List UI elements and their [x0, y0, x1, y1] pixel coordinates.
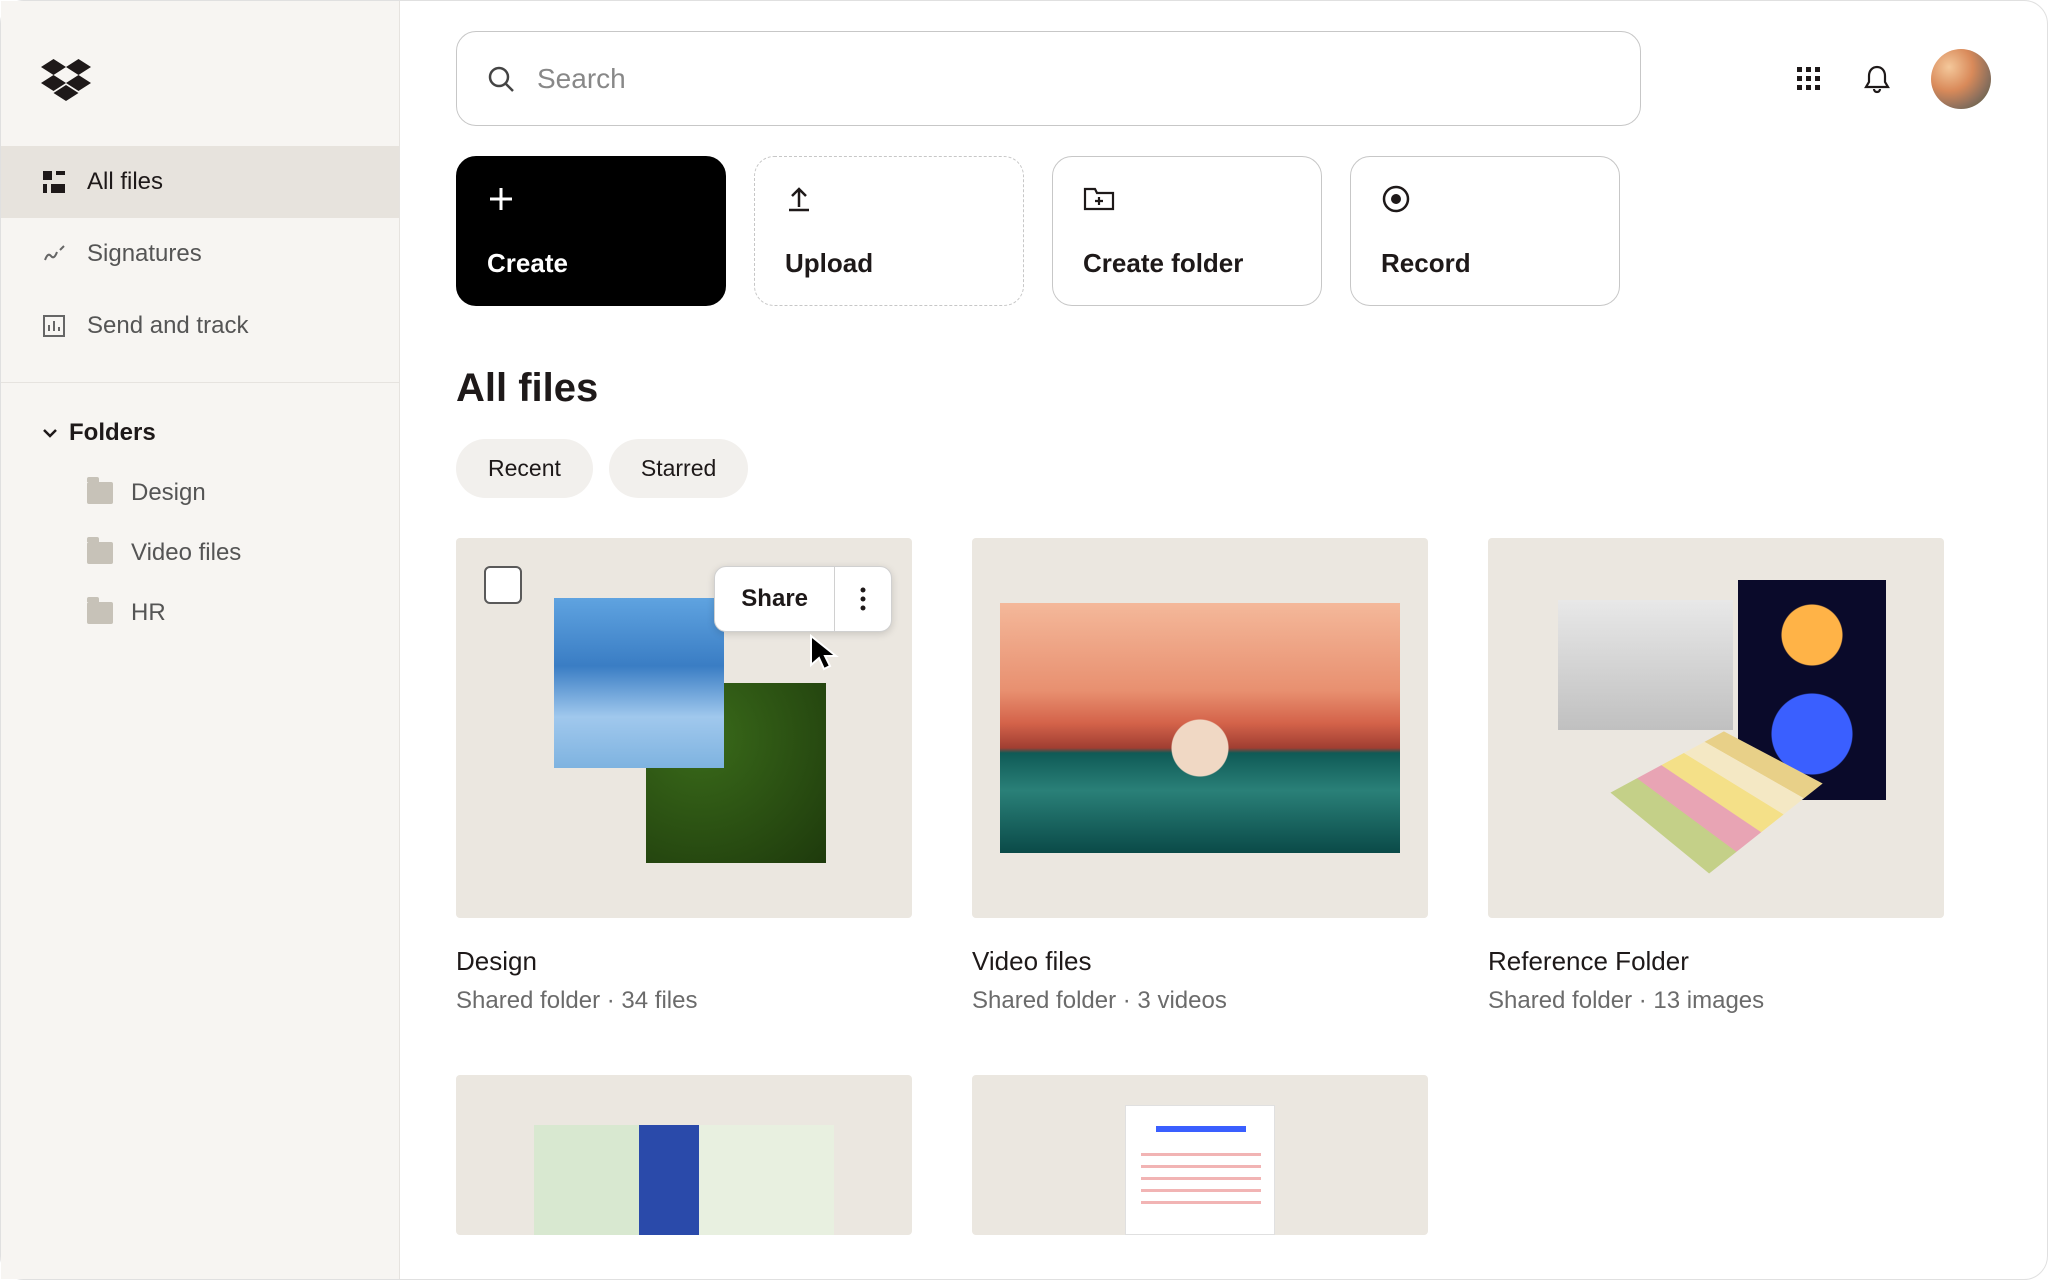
folder-title: Reference Folder: [1488, 946, 1944, 977]
apps-grid-icon[interactable]: [1795, 65, 1823, 93]
folder-label: Video files: [131, 539, 241, 567]
search-box[interactable]: [456, 31, 1641, 126]
create-button[interactable]: Create: [456, 156, 726, 306]
sidebar-item-label: All files: [87, 168, 163, 196]
folder-icon: [87, 602, 113, 624]
folder-title: Video files: [972, 946, 1428, 977]
upload-button[interactable]: Upload: [754, 156, 1024, 306]
folders-header-label: Folders: [69, 419, 156, 447]
folder-icon: [87, 482, 113, 504]
avatar[interactable]: [1931, 49, 1991, 109]
plus-icon: [487, 183, 695, 215]
search-icon: [487, 65, 515, 93]
folder-thumbnail: Share: [456, 538, 912, 918]
topbar: [456, 31, 1991, 126]
filter-recent[interactable]: Recent: [456, 439, 593, 498]
sidebar: All files Signatures Send and track Fold…: [1, 1, 400, 1279]
folder-label: HR: [131, 599, 166, 627]
folder-item-hr[interactable]: HR: [1, 583, 399, 643]
folder-thumbnail: [456, 1075, 912, 1235]
more-vertical-icon: [860, 587, 866, 611]
folder-card-partial[interactable]: [972, 1075, 1428, 1235]
sidebar-item-label: Send and track: [87, 312, 248, 340]
folder-card-video-files[interactable]: Video files Shared folder · 3 videos: [972, 538, 1428, 1015]
sidebar-item-all-files[interactable]: All files: [1, 146, 399, 218]
folder-title: Design: [456, 946, 912, 977]
folder-item-design[interactable]: Design: [1, 463, 399, 523]
cursor-icon: [808, 633, 844, 673]
folder-thumbnail: [972, 1075, 1428, 1235]
record-icon: [1381, 183, 1589, 215]
chart-icon: [41, 313, 67, 339]
more-options-button[interactable]: [835, 567, 891, 631]
sidebar-nav: All files Signatures Send and track: [1, 146, 399, 362]
folder-thumbnail: [1488, 538, 1944, 918]
share-button[interactable]: Share: [715, 567, 835, 631]
dropbox-logo-icon: [41, 59, 91, 103]
thumbnail-image: [1558, 600, 1733, 730]
thumbnail-image: [554, 598, 724, 768]
folder-item-video-files[interactable]: Video files: [1, 523, 399, 583]
folder-icon: [87, 542, 113, 564]
bell-icon[interactable]: [1863, 64, 1891, 94]
filter-row: Recent Starred: [456, 439, 1991, 498]
action-label: Upload: [785, 248, 993, 279]
page-title: All files: [456, 366, 1991, 411]
folders-header[interactable]: Folders: [1, 403, 399, 463]
thumbnail-image: [534, 1125, 834, 1235]
folder-plus-icon: [1083, 183, 1291, 215]
action-row: Create Upload Create folder Record: [456, 156, 1991, 306]
action-label: Record: [1381, 248, 1589, 279]
sidebar-item-label: Signatures: [87, 240, 202, 268]
sidebar-item-send-track[interactable]: Send and track: [1, 290, 399, 362]
folder-meta: Shared folder · 34 files: [456, 987, 912, 1015]
action-label: Create: [487, 248, 695, 279]
folder-thumbnail: [972, 538, 1428, 918]
folder-meta: Shared folder · 3 videos: [972, 987, 1428, 1015]
create-folder-button[interactable]: Create folder: [1052, 156, 1322, 306]
folder-card-reference[interactable]: Reference Folder Shared folder · 13 imag…: [1488, 538, 1944, 1015]
thumbnail-image: [1000, 603, 1400, 853]
sidebar-divider: [1, 382, 399, 383]
app-root: All files Signatures Send and track Fold…: [1, 1, 2047, 1279]
action-label: Create folder: [1083, 248, 1291, 279]
topbar-actions: [1795, 49, 1991, 109]
upload-icon: [785, 183, 993, 215]
folder-card-partial[interactable]: [456, 1075, 912, 1235]
thumbnail-image: [1125, 1105, 1275, 1235]
search-input[interactable]: [537, 63, 1610, 95]
chevron-down-icon: [41, 424, 59, 442]
record-button[interactable]: Record: [1350, 156, 1620, 306]
select-checkbox[interactable]: [484, 566, 522, 604]
signature-icon: [41, 241, 67, 267]
files-icon: [41, 169, 67, 195]
hover-actions: Share: [714, 566, 892, 632]
sidebar-item-signatures[interactable]: Signatures: [1, 218, 399, 290]
main-content: Create Upload Create folder Record: [400, 1, 2047, 1279]
folder-label: Design: [131, 479, 206, 507]
logo[interactable]: [1, 31, 399, 146]
file-grid: Share Design Shared folder · 34 files Vi…: [456, 538, 1991, 1235]
folder-meta: Shared folder · 13 images: [1488, 987, 1944, 1015]
folder-card-design[interactable]: Share Design Shared folder · 34 files: [456, 538, 912, 1015]
filter-starred[interactable]: Starred: [609, 439, 748, 498]
